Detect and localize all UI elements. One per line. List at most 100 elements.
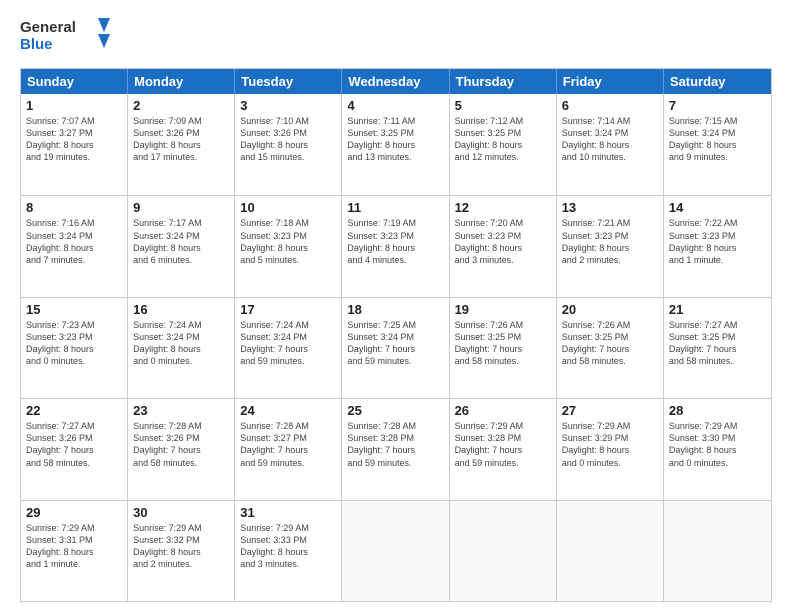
calendar-week: 1 Sunrise: 7:07 AMSunset: 3:27 PMDaylight… — [21, 94, 771, 195]
day-number: 13 — [562, 200, 658, 215]
day-number: 11 — [347, 200, 443, 215]
day-info: Sunrise: 7:25 AMSunset: 3:24 PMDaylight:… — [347, 319, 443, 368]
calendar-cell: 5 Sunrise: 7:12 AMSunset: 3:25 PMDaylight… — [450, 94, 557, 195]
day-number: 8 — [26, 200, 122, 215]
day-number: 17 — [240, 302, 336, 317]
weekday-header: Tuesday — [235, 69, 342, 94]
day-info: Sunrise: 7:22 AMSunset: 3:23 PMDaylight:… — [669, 217, 766, 266]
calendar-cell: 1 Sunrise: 7:07 AMSunset: 3:27 PMDaylight… — [21, 94, 128, 195]
weekday-header: Sunday — [21, 69, 128, 94]
calendar-cell: 27 Sunrise: 7:29 AMSunset: 3:29 PMDayligh… — [557, 399, 664, 499]
calendar-cell — [342, 501, 449, 601]
calendar-week: 22 Sunrise: 7:27 AMSunset: 3:26 PMDayligh… — [21, 398, 771, 499]
calendar-cell: 30Sunrise: 7:29 AMSunset: 3:32 PMDayligh… — [128, 501, 235, 601]
calendar-cell: 17 Sunrise: 7:24 AMSunset: 3:24 PMDayligh… — [235, 298, 342, 398]
day-number: 10 — [240, 200, 336, 215]
calendar-cell: 3 Sunrise: 7:10 AMSunset: 3:26 PMDaylight… — [235, 94, 342, 195]
day-info: Sunrise: 7:20 AMSunset: 3:23 PMDaylight:… — [455, 217, 551, 266]
calendar-cell: 25 Sunrise: 7:28 AMSunset: 3:28 PMDayligh… — [342, 399, 449, 499]
day-info: Sunrise: 7:23 AMSunset: 3:23 PMDaylight:… — [26, 319, 122, 368]
day-number: 18 — [347, 302, 443, 317]
day-number: 31 — [240, 505, 336, 520]
logo-svg: General Blue — [20, 16, 110, 58]
calendar-cell: 7 Sunrise: 7:15 AMSunset: 3:24 PMDaylight… — [664, 94, 771, 195]
day-info: Sunrise: 7:26 AMSunset: 3:25 PMDaylight:… — [455, 319, 551, 368]
calendar-cell: 28 Sunrise: 7:29 AMSunset: 3:30 PMDayligh… — [664, 399, 771, 499]
day-number: 29 — [26, 505, 122, 520]
calendar-week: 8 Sunrise: 7:16 AMSunset: 3:24 PMDaylight… — [21, 195, 771, 296]
day-number: 7 — [669, 98, 766, 113]
calendar-cell: 4Sunrise: 7:11 AMSunset: 3:25 PMDaylight… — [342, 94, 449, 195]
calendar-cell: 24 Sunrise: 7:28 AMSunset: 3:27 PMDayligh… — [235, 399, 342, 499]
day-info: Sunrise: 7:29 AMSunset: 3:30 PMDaylight:… — [669, 420, 766, 469]
day-info: Sunrise: 7:28 AMSunset: 3:27 PMDaylight:… — [240, 420, 336, 469]
weekday-header: Thursday — [450, 69, 557, 94]
day-info: Sunrise: 7:14 AMSunset: 3:24 PMDaylight:… — [562, 115, 658, 164]
day-number: 28 — [669, 403, 766, 418]
day-number: 19 — [455, 302, 551, 317]
day-info: Sunrise: 7:29 AMSunset: 3:29 PMDaylight:… — [562, 420, 658, 469]
day-info: Sunrise: 7:16 AMSunset: 3:24 PMDaylight:… — [26, 217, 122, 266]
header: General Blue — [20, 16, 772, 58]
calendar-cell: 2 Sunrise: 7:09 AMSunset: 3:26 PMDaylight… — [128, 94, 235, 195]
day-info: Sunrise: 7:07 AMSunset: 3:27 PMDaylight:… — [26, 115, 122, 164]
day-info: Sunrise: 7:15 AMSunset: 3:24 PMDaylight:… — [669, 115, 766, 164]
day-info: Sunrise: 7:19 AMSunset: 3:23 PMDaylight:… — [347, 217, 443, 266]
logo: General Blue — [20, 16, 110, 58]
day-info: Sunrise: 7:27 AMSunset: 3:26 PMDaylight:… — [26, 420, 122, 469]
day-info: Sunrise: 7:17 AMSunset: 3:24 PMDaylight:… — [133, 217, 229, 266]
day-number: 1 — [26, 98, 122, 113]
calendar-cell: 20 Sunrise: 7:26 AMSunset: 3:25 PMDayligh… — [557, 298, 664, 398]
svg-text:Blue: Blue — [20, 36, 53, 53]
day-info: Sunrise: 7:28 AMSunset: 3:28 PMDaylight:… — [347, 420, 443, 469]
day-info: Sunrise: 7:26 AMSunset: 3:25 PMDaylight:… — [562, 319, 658, 368]
calendar-week: 15Sunrise: 7:23 AMSunset: 3:23 PMDayligh… — [21, 297, 771, 398]
calendar-body: 1 Sunrise: 7:07 AMSunset: 3:27 PMDaylight… — [21, 94, 771, 601]
calendar-cell: 26Sunrise: 7:29 AMSunset: 3:28 PMDayligh… — [450, 399, 557, 499]
day-info: Sunrise: 7:24 AMSunset: 3:24 PMDaylight:… — [133, 319, 229, 368]
day-number: 24 — [240, 403, 336, 418]
calendar-cell: 16 Sunrise: 7:24 AMSunset: 3:24 PMDayligh… — [128, 298, 235, 398]
day-info: Sunrise: 7:29 AMSunset: 3:33 PMDaylight:… — [240, 522, 336, 571]
calendar-cell: 10Sunrise: 7:18 AMSunset: 3:23 PMDayligh… — [235, 196, 342, 296]
day-info: Sunrise: 7:09 AMSunset: 3:26 PMDaylight:… — [133, 115, 229, 164]
calendar-cell: 22 Sunrise: 7:27 AMSunset: 3:26 PMDayligh… — [21, 399, 128, 499]
calendar-cell: 19 Sunrise: 7:26 AMSunset: 3:25 PMDayligh… — [450, 298, 557, 398]
weekday-header: Saturday — [664, 69, 771, 94]
calendar-cell: 11 Sunrise: 7:19 AMSunset: 3:23 PMDayligh… — [342, 196, 449, 296]
weekday-header: Monday — [128, 69, 235, 94]
day-info: Sunrise: 7:12 AMSunset: 3:25 PMDaylight:… — [455, 115, 551, 164]
calendar-cell: 29 Sunrise: 7:29 AMSunset: 3:31 PMDayligh… — [21, 501, 128, 601]
calendar-cell: 6 Sunrise: 7:14 AMSunset: 3:24 PMDaylight… — [557, 94, 664, 195]
day-number: 27 — [562, 403, 658, 418]
calendar-header: SundayMondayTuesdayWednesdayThursdayFrid… — [21, 69, 771, 94]
day-info: Sunrise: 7:21 AMSunset: 3:23 PMDaylight:… — [562, 217, 658, 266]
day-number: 2 — [133, 98, 229, 113]
calendar-cell — [557, 501, 664, 601]
calendar-cell: 14 Sunrise: 7:22 AMSunset: 3:23 PMDayligh… — [664, 196, 771, 296]
calendar-cell: 9 Sunrise: 7:17 AMSunset: 3:24 PMDaylight… — [128, 196, 235, 296]
calendar-cell: 15Sunrise: 7:23 AMSunset: 3:23 PMDayligh… — [21, 298, 128, 398]
day-number: 3 — [240, 98, 336, 113]
day-info: Sunrise: 7:29 AMSunset: 3:31 PMDaylight:… — [26, 522, 122, 571]
calendar-cell — [664, 501, 771, 601]
day-info: Sunrise: 7:10 AMSunset: 3:26 PMDaylight:… — [240, 115, 336, 164]
day-number: 6 — [562, 98, 658, 113]
day-number: 22 — [26, 403, 122, 418]
day-number: 4 — [347, 98, 443, 113]
day-info: Sunrise: 7:28 AMSunset: 3:26 PMDaylight:… — [133, 420, 229, 469]
day-number: 5 — [455, 98, 551, 113]
day-number: 12 — [455, 200, 551, 215]
page: General Blue SundayMondayTuesdayWednesda… — [0, 0, 792, 612]
day-number: 14 — [669, 200, 766, 215]
calendar-cell — [450, 501, 557, 601]
calendar-cell: 13 Sunrise: 7:21 AMSunset: 3:23 PMDayligh… — [557, 196, 664, 296]
calendar-week: 29 Sunrise: 7:29 AMSunset: 3:31 PMDayligh… — [21, 500, 771, 601]
calendar-cell: 21Sunrise: 7:27 AMSunset: 3:25 PMDayligh… — [664, 298, 771, 398]
day-number: 25 — [347, 403, 443, 418]
day-number: 9 — [133, 200, 229, 215]
day-info: Sunrise: 7:24 AMSunset: 3:24 PMDaylight:… — [240, 319, 336, 368]
calendar-cell: 8 Sunrise: 7:16 AMSunset: 3:24 PMDaylight… — [21, 196, 128, 296]
day-number: 20 — [562, 302, 658, 317]
day-number: 16 — [133, 302, 229, 317]
